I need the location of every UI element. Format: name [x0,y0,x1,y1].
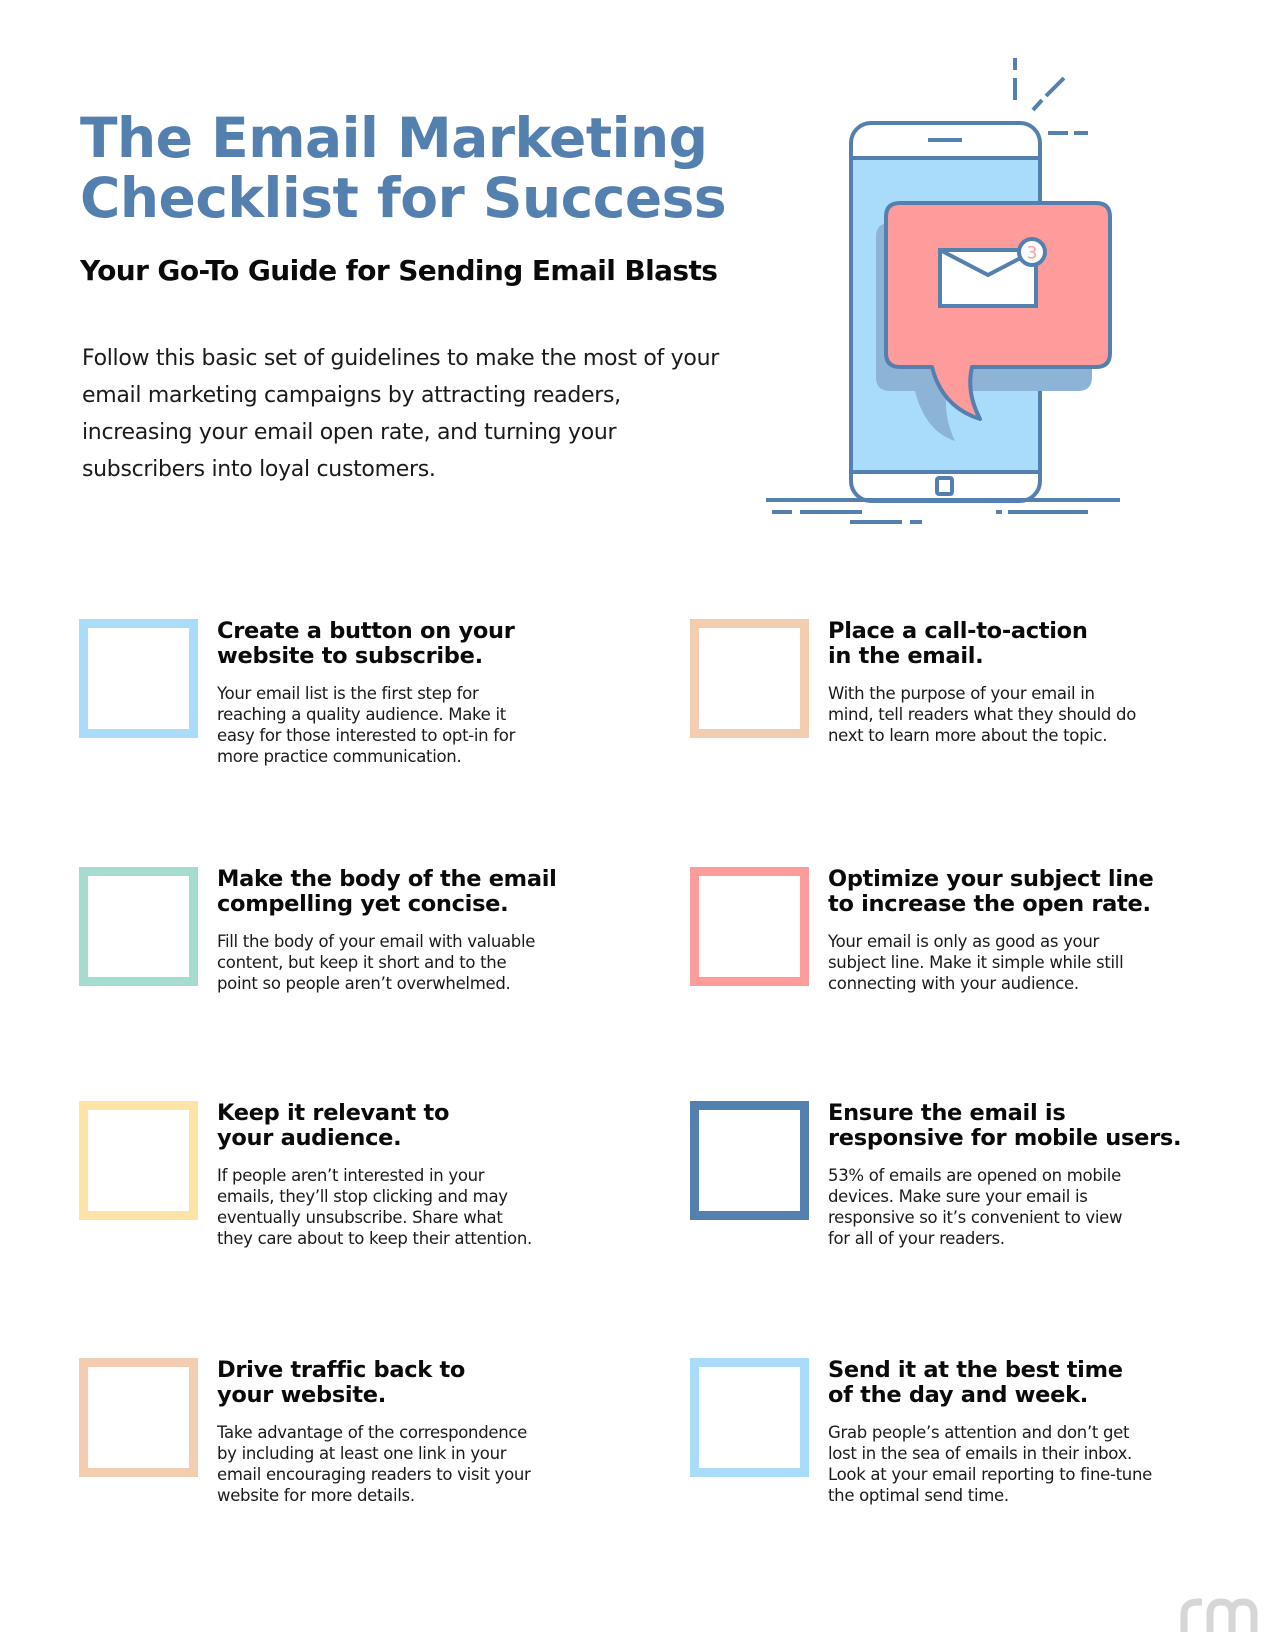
checklist-item-description: Take advantage of the correspondence by … [217,1423,531,1505]
checklist-item: Ensure the email is responsive for mobil… [690,1101,1250,1248]
checklist-item-description: Your email list is the first step for re… [217,684,516,766]
checklist-item-description: 53% of emails are opened on mobile devic… [828,1166,1123,1248]
rm-logo-icon [1180,1598,1258,1632]
notification-count: 3 [1027,244,1038,264]
title-line-2: Checklist for Success [80,166,727,230]
checklist-item-description: With the purpose of your email in mind, … [828,684,1136,745]
checkbox[interactable] [79,1358,198,1477]
title-line-1: The Email Marketing [80,106,708,170]
checklist-item-title: Optimize your subject line to increase t… [828,866,1154,917]
checklist-item-description: Fill the body of your email with valuabl… [217,932,536,993]
checklist-item: Place a call-to-action in the email. With… [690,619,1250,759]
checklist-item-description: Grab people’s attention and don’t get lo… [828,1423,1152,1505]
checklist-item: Keep it relevant to your audience. If peo… [79,1101,639,1248]
checklist-item-text: Keep it relevant to your audience. If peo… [217,1101,637,1249]
checklist-item: Optimize your subject line to increase t… [690,867,1250,1007]
checkbox[interactable] [79,867,198,986]
checklist-item-title: Ensure the email is responsive for mobil… [828,1100,1182,1151]
checklist-item-title: Make the body of the email compelling ye… [217,866,557,917]
checkbox[interactable] [690,1101,809,1220]
checklist-item-title: Create a button on your website to subsc… [217,618,515,669]
checklist-item-title: Keep it relevant to your audience. [217,1100,450,1151]
checkbox[interactable] [79,1101,198,1220]
checklist-item-title: Send it at the best time of the day and … [828,1357,1123,1408]
checklist-item-title: Place a call-to-action in the email. [828,618,1088,669]
checklist-item-text: Send it at the best time of the day and … [828,1358,1248,1506]
checklist-item-text: Optimize your subject line to increase t… [828,867,1248,994]
checklist-item: Drive traffic back to your website. Take … [79,1358,639,1505]
checklist-item-text: Place a call-to-action in the email. With… [828,619,1248,746]
intro-paragraph: Follow this basic set of guidelines to m… [82,346,719,482]
checklist-item-title: Drive traffic back to your website. [217,1357,466,1408]
phone-email-notification-illustration: 3 [766,58,1120,524]
checklist-item-description: Your email is only as good as your subje… [828,932,1124,993]
checklist-item: Make the body of the email compelling ye… [79,867,639,1007]
page-subtitle: Your Go-To Guide for Sending Email Blast… [80,254,718,287]
notification-badge: 3 [1017,237,1047,267]
checklist-item-text: Create a button on your website to subsc… [217,619,637,767]
checkbox[interactable] [690,619,809,738]
burst-lines-icon [1013,58,1088,135]
checklist-item-text: Ensure the email is responsive for mobil… [828,1101,1248,1249]
checklist-item-text: Make the body of the email compelling ye… [217,867,637,994]
ground-lines [766,498,1120,524]
checklist-item: Send it at the best time of the day and … [690,1358,1250,1505]
checklist-item-text: Drive traffic back to your website. Take … [217,1358,637,1506]
checkbox[interactable] [690,867,809,986]
page-title: The Email Marketing Checklist for Succes… [80,106,727,230]
checkbox[interactable] [79,619,198,738]
checkbox[interactable] [690,1358,809,1477]
checklist-item-description: If people aren’t interested in your emai… [217,1166,532,1248]
checklist-item: Create a button on your website to subsc… [79,619,639,766]
